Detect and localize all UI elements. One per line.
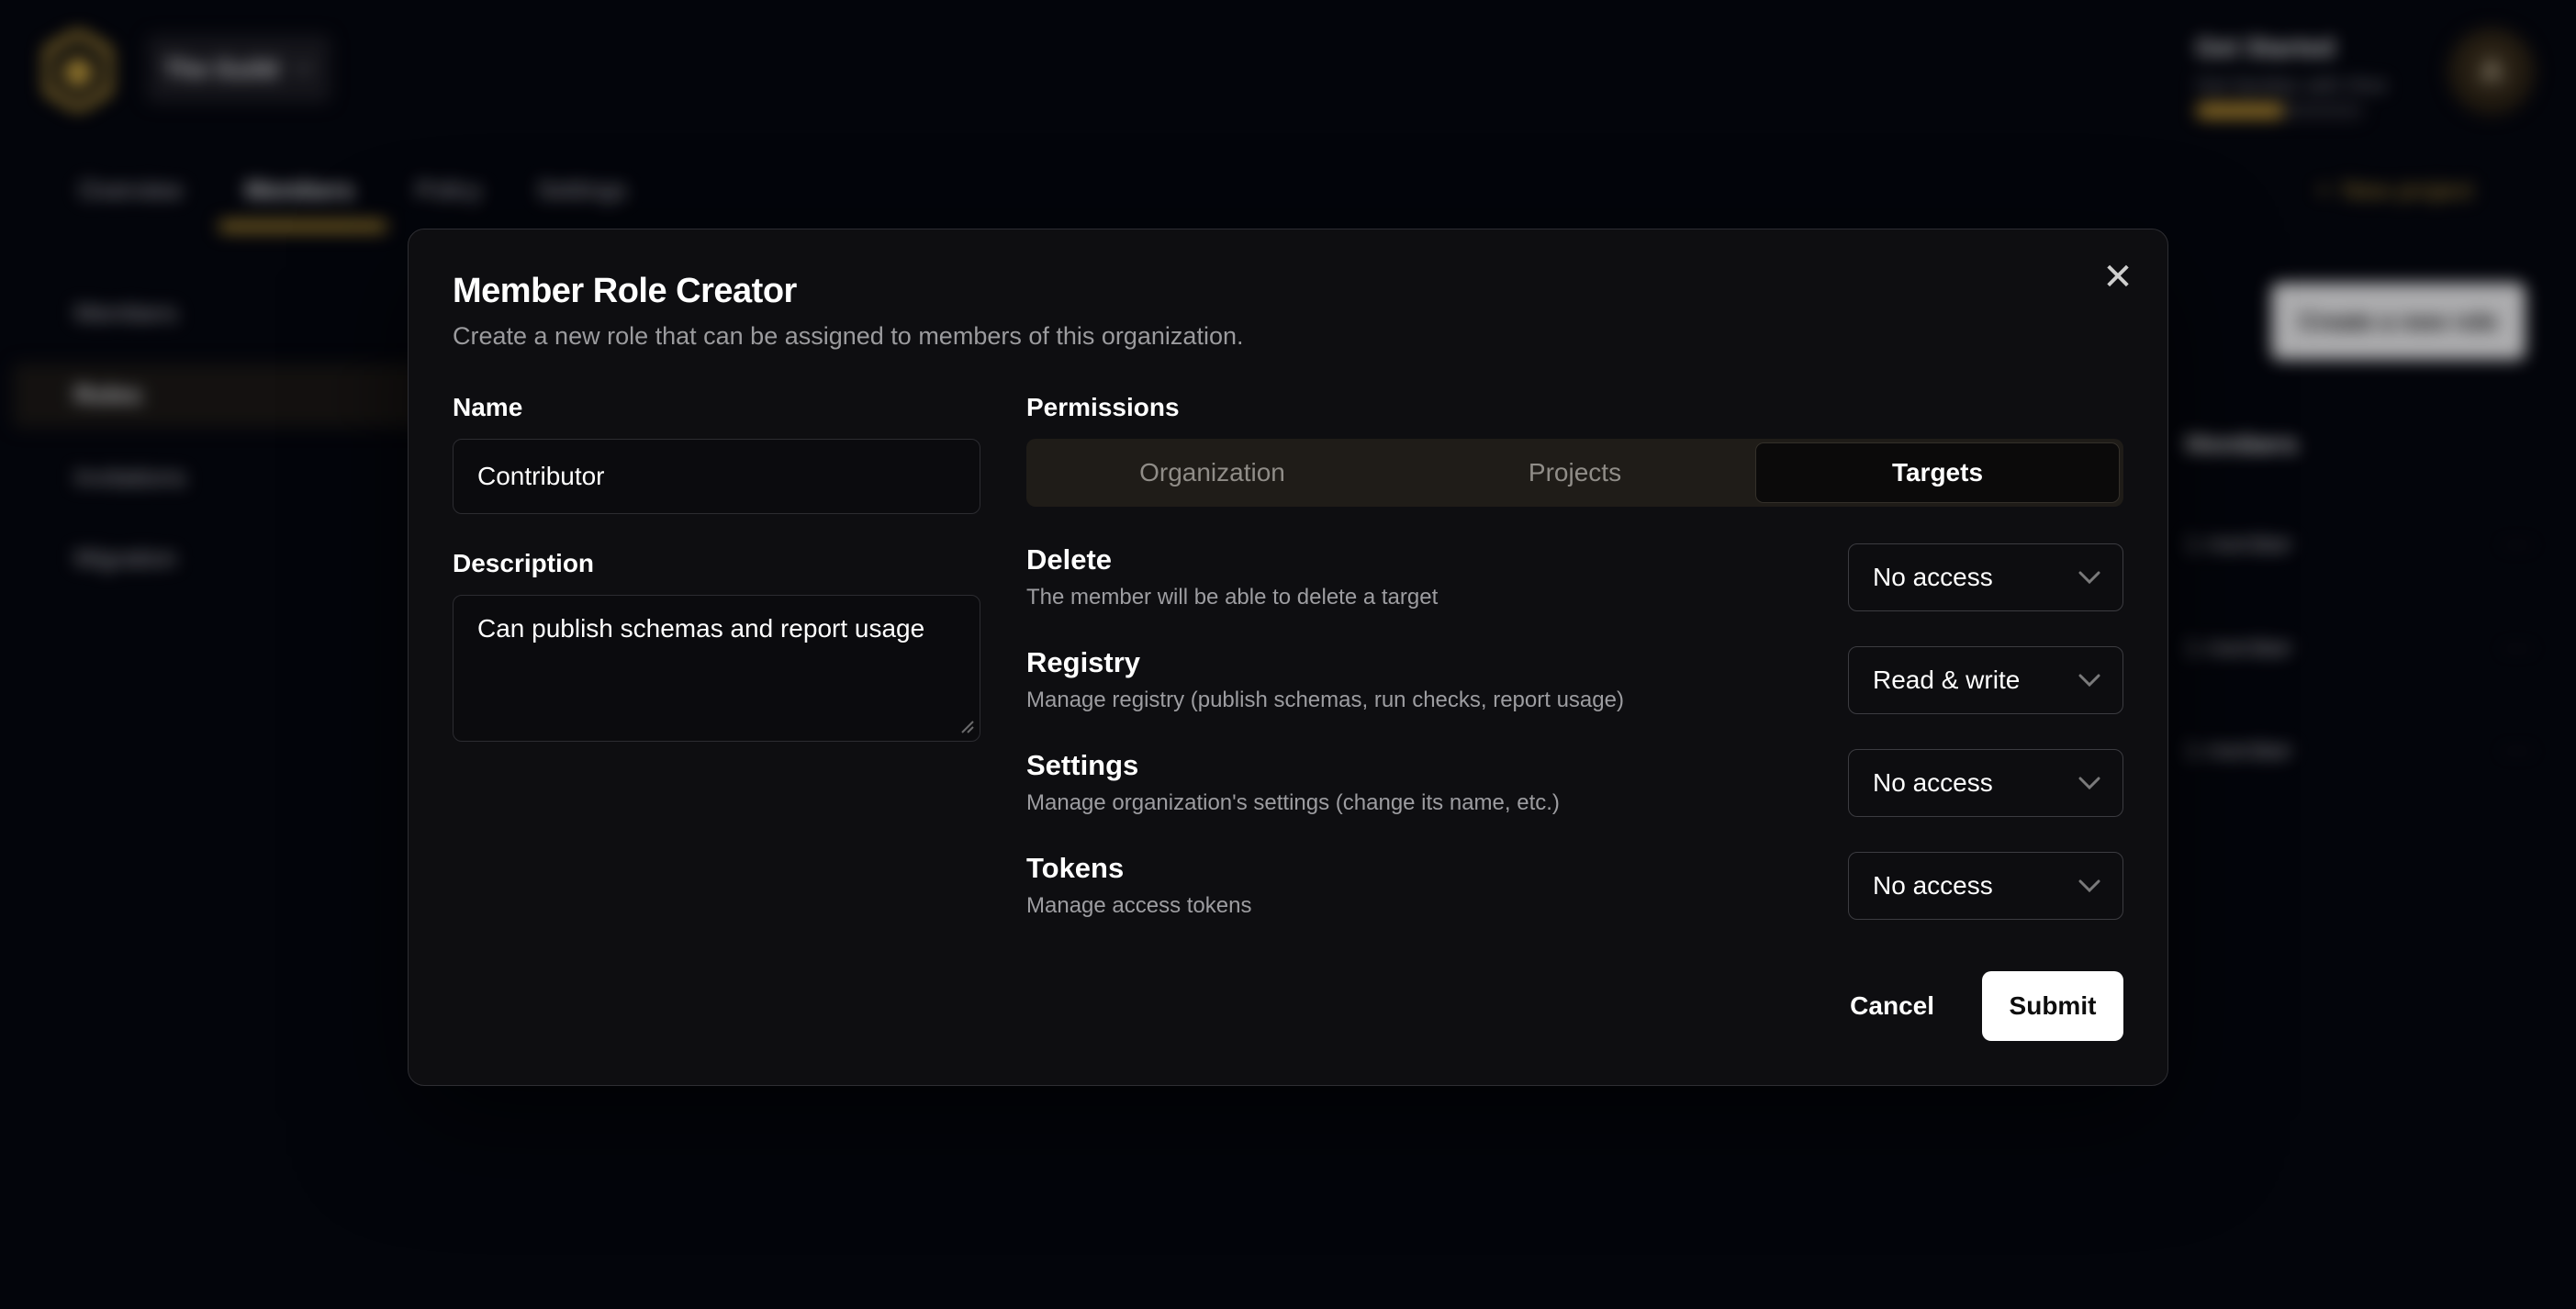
chevron-down-icon <box>2078 571 2100 585</box>
permission-title: Tokens <box>1026 852 1251 885</box>
tab-targets[interactable]: Targets <box>1756 443 2119 502</box>
permissions-column: Permissions Organization Projects Target… <box>1026 393 2123 955</box>
registry-access-select[interactable]: Read & write <box>1848 646 2123 714</box>
permissions-tab-group: Organization Projects Targets <box>1026 439 2123 507</box>
close-icon[interactable]: ✕ <box>2092 252 2144 303</box>
member-role-creator-dialog: ✕ Member Role Creator Create a new role … <box>408 229 2168 1086</box>
permission-description: Manage registry (publish schemas, run ch… <box>1026 688 1624 713</box>
permission-row-tokens: Tokens Manage access tokens No access <box>1026 852 2123 920</box>
permission-description: Manage organization's settings (change i… <box>1026 790 1560 816</box>
description-label: Description <box>453 549 980 578</box>
submit-button[interactable]: Submit <box>1982 971 2123 1041</box>
select-value: No access <box>1873 563 1993 592</box>
permission-description: The member will be able to delete a targ… <box>1026 585 1438 610</box>
select-value: No access <box>1873 768 1993 798</box>
role-identity-column: Name Description Can publish schemas and… <box>453 393 980 955</box>
permission-row-settings: Settings Manage organization's settings … <box>1026 749 2123 817</box>
permission-description: Manage access tokens <box>1026 893 1251 919</box>
dialog-subtitle: Create a new role that can be assigned t… <box>453 322 2123 351</box>
delete-access-select[interactable]: No access <box>1848 543 2123 611</box>
select-value: No access <box>1873 871 1993 901</box>
permission-row-registry: Registry Manage registry (publish schema… <box>1026 646 2123 714</box>
tokens-access-select[interactable]: No access <box>1848 852 2123 920</box>
tab-projects[interactable]: Projects <box>1394 443 1756 502</box>
dialog-title: Member Role Creator <box>453 272 2123 311</box>
permission-row-delete: Delete The member will be able to delete… <box>1026 543 2123 611</box>
settings-access-select[interactable]: No access <box>1848 749 2123 817</box>
dialog-footer: Cancel Submit <box>453 971 2123 1041</box>
chevron-down-icon <box>2078 777 2100 790</box>
name-input[interactable] <box>453 439 980 514</box>
tab-organization[interactable]: Organization <box>1031 443 1394 502</box>
name-label: Name <box>453 393 980 422</box>
permission-rows: Delete The member will be able to delete… <box>1026 543 2123 920</box>
permission-title: Delete <box>1026 543 1438 576</box>
chevron-down-icon <box>2078 674 2100 688</box>
select-value: Read & write <box>1873 666 2020 695</box>
permissions-label: Permissions <box>1026 393 2123 422</box>
permission-title: Registry <box>1026 646 1624 679</box>
cancel-button[interactable]: Cancel <box>1850 991 1934 1021</box>
permission-title: Settings <box>1026 749 1560 782</box>
chevron-down-icon <box>2078 879 2100 893</box>
description-textarea[interactable]: Can publish schemas and report usage <box>453 595 980 742</box>
